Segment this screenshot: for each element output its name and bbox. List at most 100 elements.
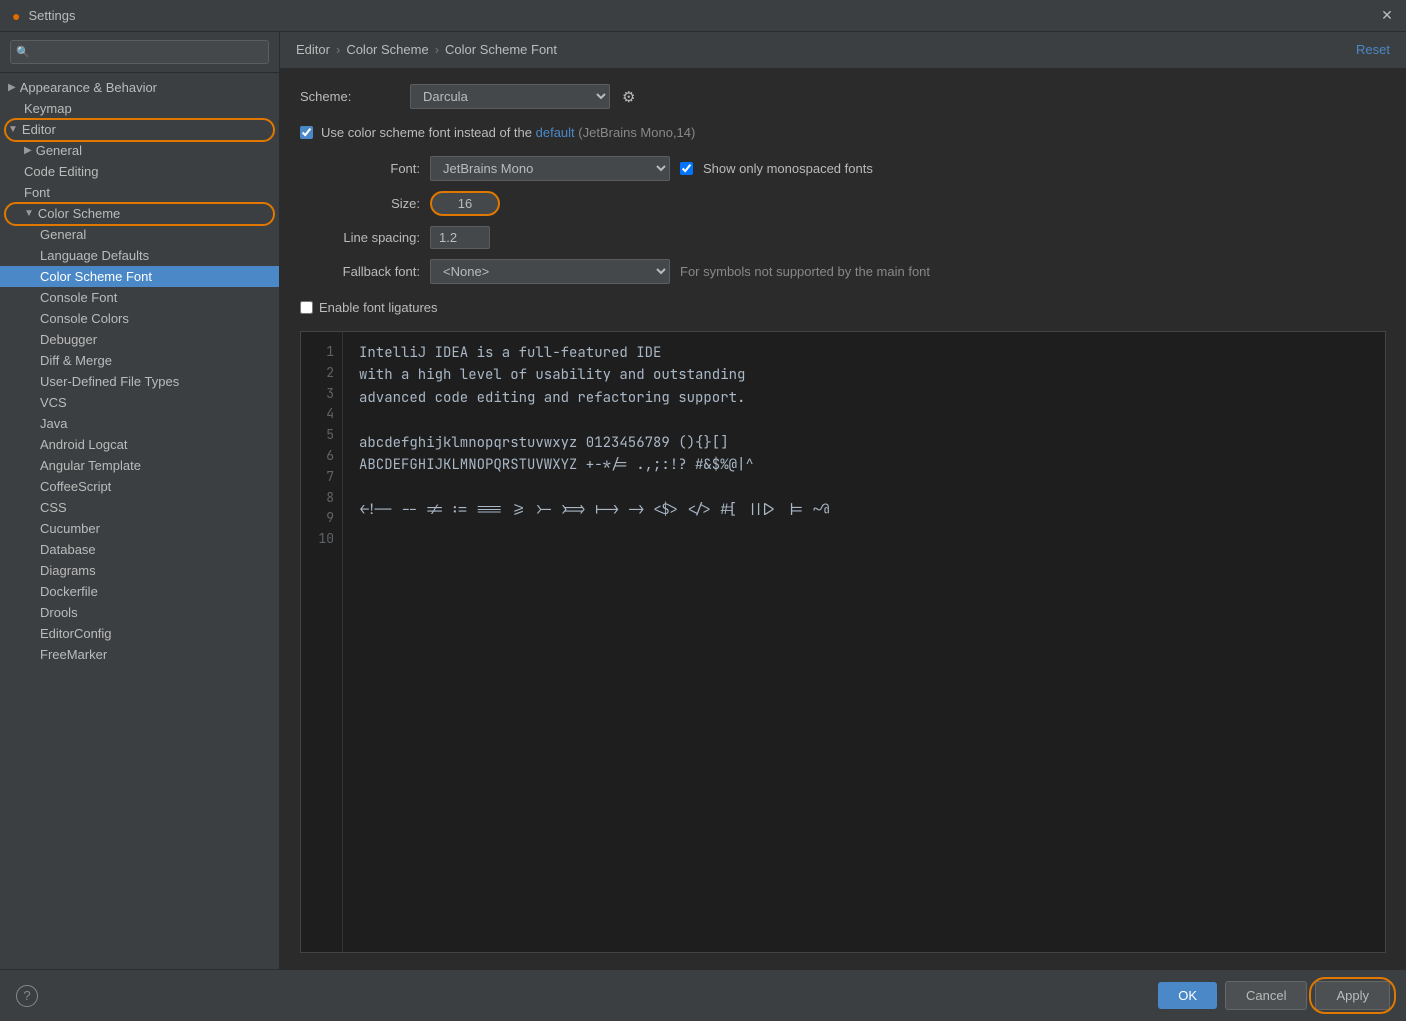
sidebar-item-cs-general[interactable]: General	[0, 224, 279, 245]
sidebar-item-label: CoffeeScript	[40, 479, 111, 494]
reset-button[interactable]: Reset	[1356, 42, 1390, 57]
sidebar-item-cs-editorconfig[interactable]: EditorConfig	[0, 623, 279, 644]
search-wrap: 🔍	[10, 40, 269, 64]
sidebar-item-cs-console-colors[interactable]: Console Colors	[0, 308, 279, 329]
code-line: abcdefghijklmnopqrstuvwxyz 0123456789 ()…	[359, 432, 1369, 454]
sidebar-item-cs-database[interactable]: Database	[0, 539, 279, 560]
ligatures-checkbox[interactable]	[300, 301, 313, 314]
sidebar-item-font[interactable]: Font	[0, 182, 279, 203]
sidebar-item-label: FreeMarker	[40, 647, 107, 662]
fallback-value-row: <None> For symbols not supported by the …	[430, 259, 1386, 284]
sidebar-item-cs-android[interactable]: Android Logcat	[0, 434, 279, 455]
sidebar-item-cs-cucumber[interactable]: Cucumber	[0, 518, 279, 539]
scheme-gear-button[interactable]: ⚙	[620, 86, 637, 108]
font-form: Font: JetBrains Mono Consolas Courier Ne…	[300, 156, 1386, 284]
sidebar-item-cs-dockerfile[interactable]: Dockerfile	[0, 581, 279, 602]
use-color-scheme-checkbox[interactable]	[300, 126, 313, 139]
sidebar-item-cs-angular[interactable]: Angular Template	[0, 455, 279, 476]
font-label: Font:	[300, 161, 420, 176]
sidebar-item-code-editing[interactable]: Code Editing	[0, 161, 279, 182]
sidebar-item-label: Database	[40, 542, 96, 557]
code-line: advanced code editing and refactoring su…	[359, 387, 1369, 409]
ligatures-text: Enable font ligatures	[319, 300, 438, 315]
sidebar-item-cs-lang[interactable]: Language Defaults	[0, 245, 279, 266]
show-monospaced-checkbox[interactable]	[680, 162, 693, 175]
titlebar: ● Settings ✕	[0, 0, 1406, 32]
breadcrumb-sep2: ›	[435, 42, 439, 57]
sidebar-item-label: Font	[24, 185, 50, 200]
cancel-button[interactable]: Cancel	[1225, 981, 1307, 1010]
font-select[interactable]: JetBrains Mono Consolas Courier New	[430, 156, 670, 181]
sidebar-item-general[interactable]: ▶ General	[0, 140, 279, 161]
scheme-row: Scheme: Darcula Default High Contrast Mo…	[300, 84, 1386, 109]
sidebar-item-label: Language Defaults	[40, 248, 149, 263]
line-number: 10	[309, 529, 334, 550]
sidebar-item-appearance[interactable]: ▶ Appearance & Behavior	[0, 77, 279, 98]
arrow-icon: ▶	[8, 82, 16, 93]
sidebar-item-label: General	[36, 143, 82, 158]
sidebar-item-cs-diagrams[interactable]: Diagrams	[0, 560, 279, 581]
sidebar-item-label: Code Editing	[24, 164, 98, 179]
sidebar-item-label: Color Scheme	[38, 206, 120, 221]
apply-button-wrap: Apply	[1315, 981, 1390, 1010]
scheme-select[interactable]: Darcula Default High Contrast Monokai	[410, 84, 610, 109]
code-line	[359, 521, 1369, 543]
breadcrumb-color-scheme: Color Scheme	[346, 42, 428, 57]
breadcrumb-current: Color Scheme Font	[445, 42, 557, 57]
line-number: 2	[309, 363, 334, 384]
line-numbers: 12345678910	[301, 332, 343, 952]
line-spacing-input[interactable]	[430, 226, 490, 249]
close-button[interactable]: ✕	[1380, 9, 1394, 23]
arrow-icon: ▶	[24, 145, 32, 156]
tree: ▶ Appearance & BehaviorKeymap▼ Editor▶ G…	[0, 73, 279, 969]
sidebar-item-cs-diff[interactable]: Diff & Merge	[0, 350, 279, 371]
code-line: IntelliJ IDEA is a full-featured IDE	[359, 342, 1369, 364]
code-line: ABCDEFGHIJKLMNOPQRSTUVWXYZ +-*/= .,;:!? …	[359, 454, 1369, 476]
breadcrumb: Editor › Color Scheme › Color Scheme Fon…	[296, 42, 557, 57]
sidebar-item-cs-css[interactable]: CSS	[0, 497, 279, 518]
line-number: 4	[309, 404, 334, 425]
sidebar-item-label: General	[40, 227, 86, 242]
apply-button[interactable]: Apply	[1315, 981, 1390, 1010]
show-monospaced-label: Show only monospaced fonts	[703, 161, 873, 176]
sidebar-item-label: Android Logcat	[40, 437, 127, 452]
sidebar-item-label: Drools	[40, 605, 78, 620]
line-number: 7	[309, 467, 334, 488]
sidebar-item-label: VCS	[40, 395, 67, 410]
bottom-bar: ? OK Cancel Apply	[0, 969, 1406, 1021]
arrow-icon: ▼	[24, 208, 34, 219]
fallback-label: Fallback font:	[300, 264, 420, 279]
sidebar-item-label: Debugger	[40, 332, 97, 347]
content: Editor › Color Scheme › Color Scheme Fon…	[280, 32, 1406, 969]
fallback-select[interactable]: <None>	[430, 259, 670, 284]
titlebar-title: ● Settings	[12, 8, 75, 24]
sidebar-item-keymap[interactable]: Keymap	[0, 98, 279, 119]
sidebar-item-cs-console-font[interactable]: Console Font	[0, 287, 279, 308]
sidebar-item-label: Color Scheme Font	[40, 269, 152, 284]
line-number: 8	[309, 488, 334, 509]
default-link[interactable]: default	[536, 125, 575, 140]
search-input[interactable]	[10, 40, 269, 64]
sidebar-item-label: Editor	[22, 122, 56, 137]
line-number: 1	[309, 342, 334, 363]
sidebar-item-color-scheme[interactable]: ▼ Color Scheme	[0, 203, 279, 224]
sidebar-item-cs-java[interactable]: Java	[0, 413, 279, 434]
font-value-row: JetBrains Mono Consolas Courier New Show…	[430, 156, 1386, 181]
sidebar-item-cs-coffee[interactable]: CoffeeScript	[0, 476, 279, 497]
ok-button[interactable]: OK	[1158, 982, 1217, 1009]
sidebar-item-cs-debugger[interactable]: Debugger	[0, 329, 279, 350]
sidebar-item-cs-user-file[interactable]: User-Defined File Types	[0, 371, 279, 392]
sidebar-item-editor[interactable]: ▼ Editor	[0, 119, 279, 140]
sidebar-item-label: Appearance & Behavior	[20, 80, 157, 95]
size-input[interactable]	[430, 191, 500, 216]
line-number: 3	[309, 384, 334, 405]
help-button[interactable]: ?	[16, 985, 38, 1007]
sidebar-item-cs-drools[interactable]: Drools	[0, 602, 279, 623]
sidebar-item-cs-vcs[interactable]: VCS	[0, 392, 279, 413]
sidebar-item-cs-font[interactable]: Color Scheme Font	[0, 266, 279, 287]
sidebar-item-cs-freemarker[interactable]: FreeMarker	[0, 644, 279, 665]
code-line	[359, 476, 1369, 498]
sidebar: 🔍 ▶ Appearance & BehaviorKeymap▼ Editor▶…	[0, 32, 280, 969]
arrow-icon: ▼	[8, 124, 18, 135]
preview-area: 12345678910 IntelliJ IDEA is a full-featu…	[300, 331, 1386, 953]
